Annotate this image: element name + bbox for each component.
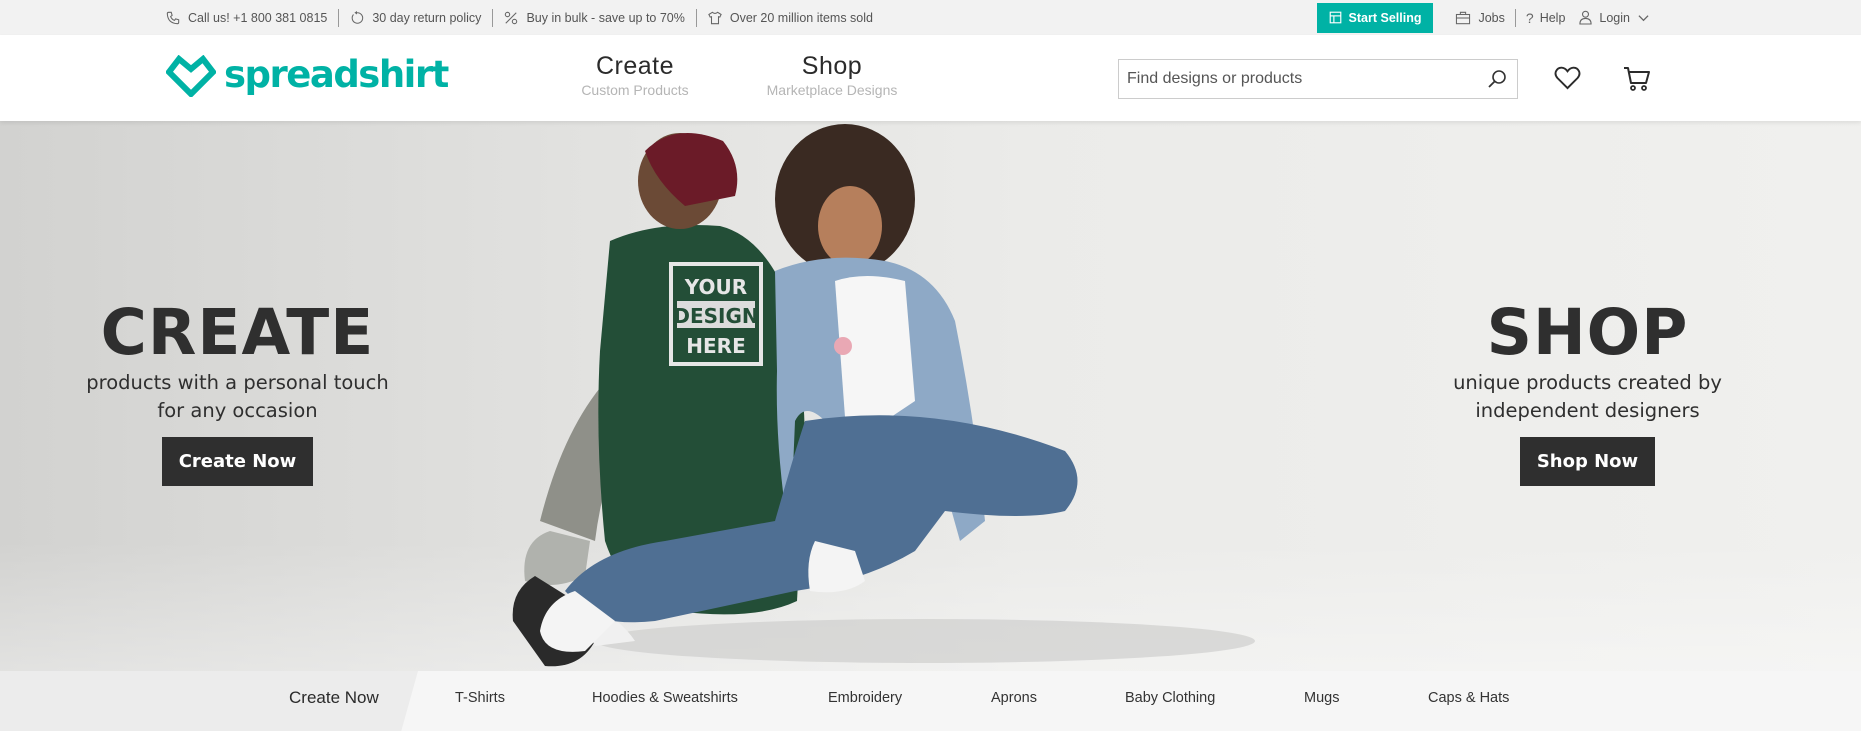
divider (1514, 8, 1516, 27)
hero-banner: YOUR DESIGN HERE CREATE products with a … (0, 121, 1861, 671)
category-baby-clothing[interactable]: Baby Clothing (1125, 671, 1215, 725)
bulk-text: Buy in bulk - save up to 70% (526, 10, 685, 25)
shirt-print-line3: HERE (686, 334, 745, 358)
login-link[interactable]: Login (1579, 10, 1649, 25)
user-icon (1579, 10, 1593, 25)
category-caps-hats[interactable]: Caps & Hats (1428, 671, 1509, 725)
hero-photo-people: YOUR DESIGN HERE (512, 124, 1255, 667)
create-promo: CREATE products with a personal touch fo… (50, 301, 425, 486)
shirt-icon (708, 11, 722, 24)
category-create-now[interactable]: Create Now (289, 671, 379, 724)
shirt-print-line2: DESIGN (673, 304, 758, 328)
create-title: CREATE (100, 296, 375, 369)
cart-icon[interactable] (1623, 66, 1651, 92)
help-label: Help (1539, 10, 1566, 25)
category-hoodies[interactable]: Hoodies & Sweatshirts (592, 671, 738, 725)
heart-logo-icon (166, 55, 216, 97)
category-mugs[interactable]: Mugs (1304, 671, 1339, 725)
shop-subtitle-line2: independent designers (1475, 399, 1700, 422)
return-icon (352, 10, 364, 24)
category-embroidery[interactable]: Embroidery (828, 671, 902, 725)
nav-shop-sub: Marketplace Designs (766, 82, 898, 98)
sold-text: Over 20 million items sold (729, 10, 873, 25)
shop-promo: SHOP unique products created by independ… (1420, 301, 1755, 486)
category-tshirts[interactable]: T-Shirts (455, 671, 505, 725)
create-subtitle-line2: for any occasion (157, 399, 318, 422)
usp-returns[interactable]: 30 day return policy (350, 0, 481, 35)
start-selling-label: Start Selling (1348, 10, 1422, 25)
help-link[interactable]: ? Help (1526, 10, 1566, 26)
shop-title: SHOP (1486, 296, 1689, 369)
logo-wordmark: spreadshirt (224, 52, 449, 96)
category-bar: Create Now T-Shirts Hoodies & Sweatshirt… (0, 671, 1861, 731)
usp-list: Call us! +1 800 381 0815 30 day return p… (166, 0, 873, 35)
nav-create-label: Create (595, 52, 675, 80)
usp-bulk[interactable]: Buy in bulk - save up to 70% (504, 0, 685, 35)
store-icon (1329, 11, 1341, 24)
top-bar: Call us! +1 800 381 0815 30 day return p… (0, 0, 1861, 35)
briefcase-icon (1456, 11, 1471, 24)
account-links: Start Selling Jobs ? Help Login (1316, 0, 1655, 35)
returns-text: 30 day return policy (372, 10, 482, 25)
shop-subtitle-line1: unique products created by (1453, 371, 1722, 394)
spreadshirt-logo[interactable]: spreadshirt (166, 52, 449, 97)
shirt-print-line1: YOUR (684, 275, 747, 299)
nav-create[interactable]: Create Custom Products (576, 51, 694, 99)
jobs-link[interactable]: Jobs (1455, 10, 1505, 25)
divider (338, 8, 340, 27)
nav-shop[interactable]: Shop Marketplace Designs (762, 51, 902, 99)
wishlist-heart-icon[interactable] (1554, 66, 1581, 90)
jobs-label: Jobs (1478, 10, 1505, 25)
search-box (1118, 59, 1518, 99)
create-subtitle-line1: products with a personal touch (86, 371, 389, 394)
search-input[interactable] (1119, 61, 1477, 97)
chevron-down-icon (1638, 14, 1649, 21)
search-button[interactable] (1477, 60, 1517, 98)
main-header: spreadshirt Create Custom Products Shop … (0, 35, 1861, 121)
divider (695, 8, 697, 27)
phone-icon (166, 11, 180, 24)
nav-create-sub: Custom Products (581, 82, 689, 98)
nav-shop-label: Shop (801, 52, 863, 80)
search-icon (1488, 70, 1506, 88)
shop-now-button[interactable]: Shop Now (1519, 437, 1656, 486)
create-now-button[interactable]: Create Now (161, 437, 314, 486)
start-selling-button[interactable]: Start Selling (1316, 2, 1434, 33)
login-label: Login (1599, 10, 1630, 25)
usp-phone[interactable]: Call us! +1 800 381 0815 (166, 0, 327, 35)
divider (492, 8, 494, 27)
category-aprons[interactable]: Aprons (991, 671, 1037, 725)
percent-icon (505, 11, 518, 24)
usp-sold[interactable]: Over 20 million items sold (708, 0, 873, 35)
question-icon: ? (1525, 9, 1534, 26)
phone-text: Call us! +1 800 381 0815 (188, 10, 328, 25)
